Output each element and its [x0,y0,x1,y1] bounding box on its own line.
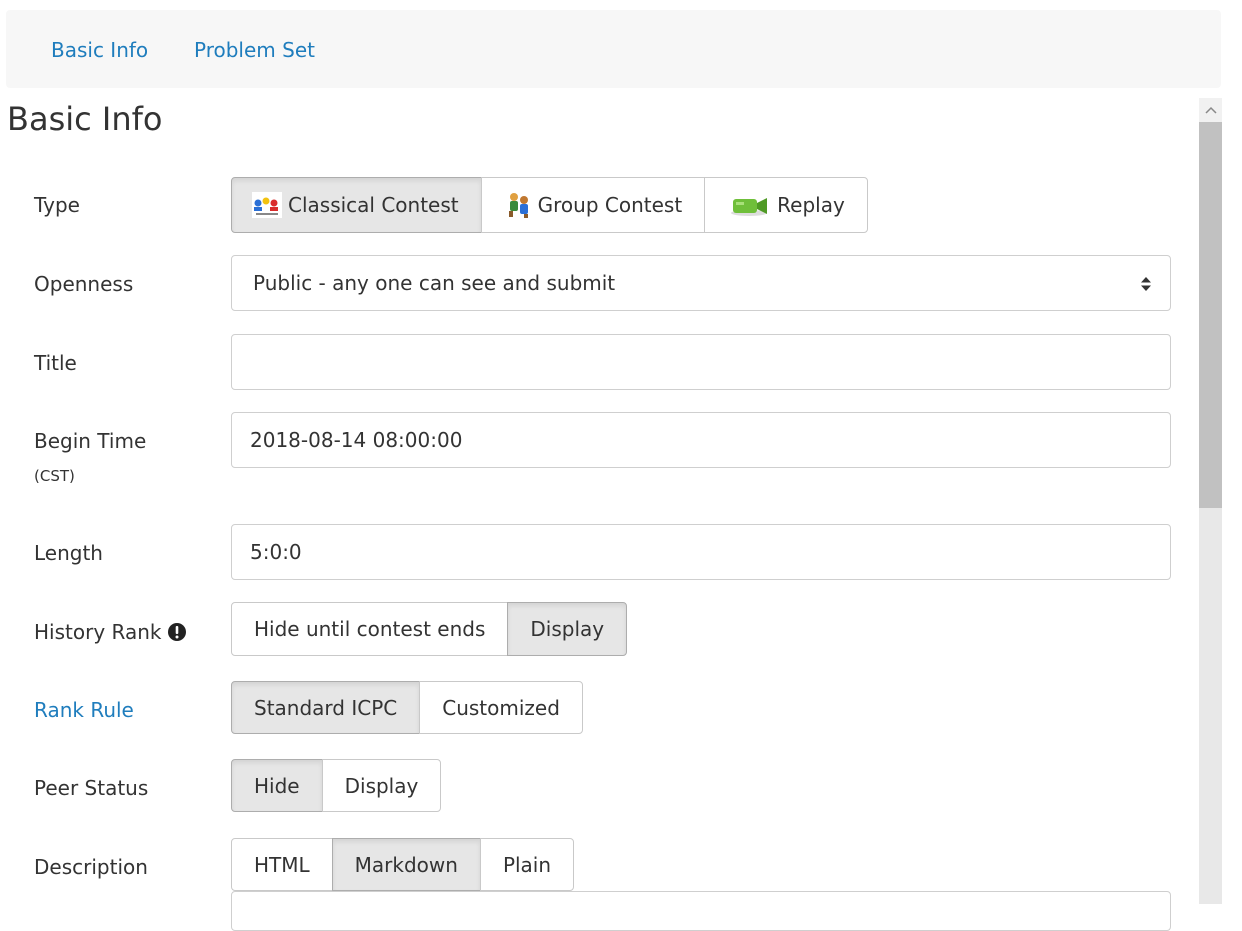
length-label: Length [34,541,103,565]
peer-status-hide-label: Hide [254,773,300,798]
group-contest-icon [506,191,532,219]
length-value: 5:0:0 [250,540,302,564]
peer-status-label: Peer Status [34,776,149,800]
select-arrows-icon [1140,274,1152,292]
openness-selected-value: Public - any one can see and submit [253,271,616,295]
section-title: Basic Info [7,100,163,138]
description-html-label: HTML [254,852,310,877]
description-markdown-label: Markdown [354,852,458,877]
history-rank-display-button[interactable]: Display [507,602,628,656]
description-plain-button[interactable]: Plain [479,838,575,891]
description-editor[interactable] [231,891,1171,931]
history-rank-label-wrap: History Rank [34,620,187,644]
begin-time-value: 2018-08-14 08:00:00 [250,428,463,452]
description-markdown-button[interactable]: Markdown [331,838,481,891]
description-button-group: HTML Markdown Plain [231,838,575,891]
peer-status-display-label: Display [344,773,419,798]
rank-rule-customized-label: Customized [442,695,560,720]
rank-rule-standard-icpc-button[interactable]: Standard ICPC [231,681,421,734]
peer-status-hide-button[interactable]: Hide [231,759,323,812]
type-classical-contest-label: Classical Contest [288,193,459,217]
description-html-button[interactable]: HTML [231,838,333,891]
openness-label: Openness [34,272,134,296]
peer-status-display-button[interactable]: Display [321,759,442,812]
description-plain-label: Plain [502,852,552,877]
replay-camera-icon [729,193,771,217]
classical-contest-icon [252,192,282,218]
history-rank-display-label: Display [530,617,605,641]
description-label: Description [34,855,148,879]
begin-time-input[interactable]: 2018-08-14 08:00:00 [231,412,1171,468]
tab-basic-info[interactable]: Basic Info [51,38,148,62]
type-label: Type [34,193,80,217]
scroll-up-arrow-icon[interactable] [1199,98,1222,122]
rank-rule-customized-button[interactable]: Customized [419,681,583,734]
type-group-contest-button[interactable]: Group Contest [480,177,706,233]
title-label: Title [34,351,77,375]
history-rank-hide-label: Hide until contest ends [254,617,486,641]
top-nav: Basic Info Problem Set [6,10,1221,88]
type-button-group: Classical Contest Group Contest Replay [231,177,868,233]
history-rank-label: History Rank [34,620,162,644]
rank-rule-button-group: Standard ICPC Customized [231,681,583,734]
length-input[interactable]: 5:0:0 [231,524,1171,580]
type-replay-button[interactable]: Replay [704,177,868,233]
history-rank-button-group: Hide until contest ends Display [231,602,628,656]
history-rank-hide-button[interactable]: Hide until contest ends [231,602,509,656]
begin-time-timezone: (CST) [34,467,75,485]
rank-rule-standard-icpc-label: Standard ICPC [254,695,398,720]
rank-rule-link[interactable]: Rank Rule [34,698,134,722]
vertical-scrollbar[interactable] [1199,98,1222,904]
type-replay-label: Replay [777,193,845,217]
scrollbar-thumb[interactable] [1199,122,1222,508]
tab-problem-set[interactable]: Problem Set [194,38,315,62]
type-classical-contest-button[interactable]: Classical Contest [231,177,482,233]
exclamation-circle-icon[interactable] [167,622,187,642]
openness-select[interactable]: Public - any one can see and submit [231,255,1171,311]
type-group-contest-label: Group Contest [537,193,683,217]
peer-status-button-group: Hide Display [231,759,442,812]
begin-time-label: Begin Time [34,429,147,453]
title-input[interactable] [231,334,1171,390]
